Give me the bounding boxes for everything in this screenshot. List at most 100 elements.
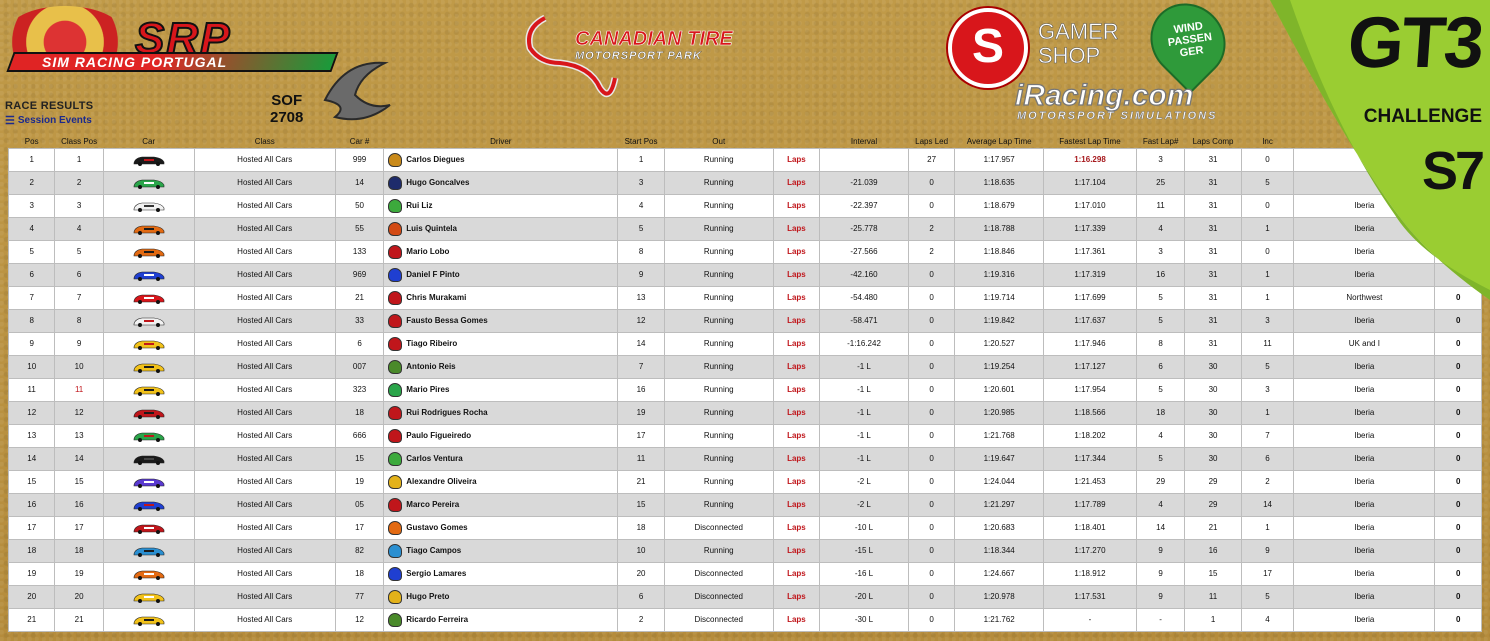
table-row: 11 11 Hosted All Cars 323 Mario Pires 16 Runni… — [7, 377, 1482, 402]
cell-driver[interactable]: Carlos Ventura — [383, 446, 619, 471]
cell-driver[interactable]: Tiago Ribeiro — [383, 331, 619, 356]
cell-laps-link[interactable]: Laps — [772, 538, 821, 563]
driver-name[interactable]: Antonio Reis — [406, 362, 455, 371]
driver-name[interactable]: Tiago Campos — [406, 546, 461, 555]
cell-laps-link[interactable]: Laps — [772, 285, 821, 310]
col-header[interactable]: Average Lap Time — [955, 125, 1044, 148]
driver-name[interactable]: Mario Pires — [406, 385, 449, 394]
driver-name[interactable]: Hugo Preto — [406, 592, 449, 601]
col-header[interactable]: Car — [103, 125, 194, 148]
cell-driver[interactable]: Tiago Campos — [383, 538, 619, 563]
cell-laps-link[interactable]: Laps — [772, 239, 821, 264]
cell-laps-link[interactable]: Laps — [772, 331, 821, 356]
driver-name[interactable]: Carlos Diegues — [406, 155, 464, 164]
cell-laps-link[interactable]: Laps — [772, 262, 821, 287]
cell-driver[interactable]: Rui Rodrigues Rocha — [383, 400, 619, 425]
cell-laps-link[interactable]: Laps — [772, 377, 821, 402]
cell-driver[interactable]: Antonio Reis — [383, 354, 619, 379]
col-header[interactable]: Start Pos — [618, 125, 664, 148]
cell-fast-lap-number: 8 — [1135, 331, 1186, 356]
cell-laps-led: 0 — [907, 262, 956, 287]
cell-driver[interactable]: Mario Pires — [383, 377, 619, 402]
cell-laps-link[interactable]: Laps — [772, 584, 821, 609]
driver-name[interactable]: Ricardo Ferreira — [406, 615, 468, 624]
cell-laps-led: 0 — [907, 354, 956, 379]
cell-laps-link[interactable]: Laps — [772, 147, 821, 172]
cell-driver[interactable]: Carlos Diegues — [383, 147, 619, 172]
driver-name[interactable]: Paulo Figueiredo — [406, 431, 471, 440]
cell-driver[interactable]: Marco Pereira — [383, 492, 619, 517]
cell-laps-link[interactable]: Laps — [772, 446, 821, 471]
cell-laps-link[interactable]: Laps — [772, 216, 821, 241]
cell-driver[interactable]: Sergio Lamares — [383, 561, 619, 586]
cell-laps-link[interactable]: Laps — [772, 400, 821, 425]
driver-name[interactable]: Mario Lobo — [406, 247, 449, 256]
srp-logo[interactable]: SRP SIM RACING PORTUGAL — [5, 6, 339, 98]
cell-driver[interactable]: Luis Quintela — [383, 216, 619, 241]
cell-start-pos: 4 — [617, 193, 665, 218]
cell-driver[interactable]: Rui Liz — [383, 193, 619, 218]
helmet-icon — [388, 520, 403, 535]
col-header[interactable]: Fastest Lap Time — [1044, 125, 1137, 148]
cell-pos: 15 — [7, 469, 56, 494]
cell-laps-link[interactable]: Laps — [772, 469, 821, 494]
cell-driver[interactable]: Alexandre Oliveira — [383, 469, 619, 494]
cell-start-pos: 1 — [617, 147, 665, 172]
cell-start-pos: 21 — [617, 469, 665, 494]
driver-name[interactable]: Rui Liz — [406, 201, 432, 210]
col-header[interactable]: Interval — [820, 125, 909, 148]
col-header[interactable]: Class Pos — [55, 125, 103, 148]
cell-laps-link[interactable]: Laps — [772, 492, 821, 517]
cell-laps-link[interactable]: Laps — [772, 607, 821, 632]
driver-name[interactable]: Carlos Ventura — [406, 454, 462, 463]
cell-laps-link[interactable]: Laps — [772, 561, 821, 586]
cell-points: 0 — [1434, 331, 1482, 356]
driver-name[interactable]: Sergio Lamares — [406, 569, 466, 578]
driver-name[interactable]: Rui Rodrigues Rocha — [406, 408, 487, 417]
cell-laps-link[interactable]: Laps — [772, 170, 821, 195]
cell-out: Running — [663, 170, 774, 195]
cell-fast-lap-number: 14 — [1135, 515, 1186, 540]
cell-driver[interactable]: Daniel F Pinto — [383, 262, 619, 287]
col-header[interactable]: Driver — [384, 125, 618, 148]
cell-driver[interactable]: Fausto Bessa Gomes — [383, 308, 619, 333]
col-header[interactable]: Laps Led — [908, 125, 954, 148]
cell-laps-link[interactable]: Laps — [772, 515, 821, 540]
driver-name[interactable]: Luis Quintela — [406, 224, 457, 233]
driver-name[interactable]: Gustavo Gomes — [406, 523, 467, 532]
driver-name[interactable]: Daniel F Pinto — [406, 270, 459, 279]
col-header[interactable]: Inc — [1241, 125, 1293, 148]
cell-laps-link[interactable]: Laps — [772, 423, 821, 448]
col-header[interactable]: Laps Comp — [1185, 125, 1241, 148]
cell-fastest-lap: 1:16.298 — [1043, 147, 1137, 172]
cell-driver[interactable]: Hugo Goncalves — [383, 170, 619, 195]
cell-fast-lap-number: 4 — [1135, 492, 1186, 517]
driver-name[interactable]: Fausto Bessa Gomes — [406, 316, 487, 325]
cell-driver[interactable]: Paulo Figueiredo — [383, 423, 619, 448]
cell-fast-lap-number: 4 — [1135, 216, 1186, 241]
series-title: GT3 — [1345, 3, 1485, 83]
table-row: 5 5 Hosted All Cars 133 Mario Lobo 8 Running La… — [7, 239, 1482, 264]
cell-laps-led: 0 — [907, 492, 956, 517]
cell-laps-link[interactable]: Laps — [772, 308, 821, 333]
driver-name[interactable]: Hugo Goncalves — [406, 178, 469, 187]
cell-fast-lap-number: 6 — [1135, 354, 1186, 379]
col-header[interactable]: Car # — [335, 125, 383, 148]
driver-name[interactable]: Tiago Ribeiro — [406, 339, 457, 348]
col-header[interactable]: Out — [664, 125, 773, 148]
col-header[interactable]: Class — [194, 125, 335, 148]
driver-name[interactable]: Marco Pereira — [406, 500, 459, 509]
driver-name[interactable]: Alexandre Oliveira — [406, 477, 476, 486]
cell-driver[interactable]: Gustavo Gomes — [383, 515, 619, 540]
cell-driver[interactable]: Mario Lobo — [383, 239, 619, 264]
cell-driver[interactable]: Hugo Preto — [383, 584, 619, 609]
driver-name[interactable]: Chris Murakami — [406, 293, 466, 302]
col-header[interactable]: Fast Lap# — [1136, 125, 1184, 148]
cell-fastest-lap: - — [1043, 607, 1137, 632]
cell-driver[interactable]: Chris Murakami — [383, 285, 619, 310]
cell-points: 0 — [1434, 308, 1482, 333]
col-header[interactable]: Pos — [9, 125, 55, 148]
cell-laps-link[interactable]: Laps — [772, 193, 821, 218]
cell-driver[interactable]: Ricardo Ferreira — [383, 607, 619, 632]
cell-laps-link[interactable]: Laps — [772, 354, 821, 379]
